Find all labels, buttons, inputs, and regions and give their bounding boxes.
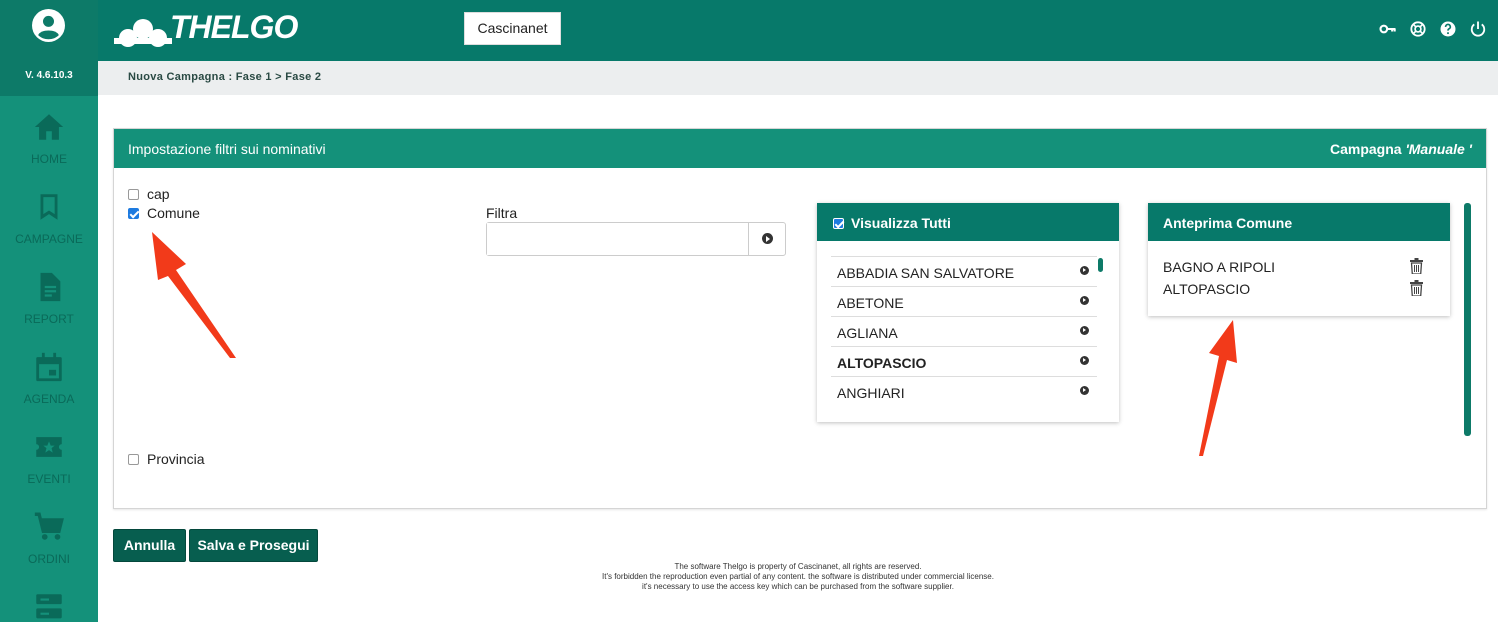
filter-provincia[interactable]: Provincia [128,451,205,467]
filtra-input[interactable] [487,223,749,255]
filter-cap[interactable]: cap [128,186,170,202]
sidebar: V. 4.6.10.3 HOME CAMPAGNE REPORT AGENDA … [0,0,98,622]
trash-icon[interactable] [1410,258,1423,274]
arrow-right-icon[interactable] [1080,386,1089,395]
panel-title: Impostazione filtri sui nominativi [128,141,326,157]
document-icon [40,272,61,302]
arrow-right-icon[interactable] [1080,326,1089,335]
campaign-name: 'Manuale ' [1405,141,1472,157]
calendar-icon [36,352,62,382]
anteprima-item: BAGNO A RIPOLI [1163,258,1423,275]
cap-checkbox[interactable] [128,188,139,200]
save-continue-button[interactable]: Salva e Prosegui [189,529,318,562]
cart-icon [34,512,64,540]
sidebar-item-eventi[interactable]: EVENTI [0,416,98,496]
filter-panel: Impostazione filtri sui nominativi Campa… [113,128,1487,509]
trash-icon[interactable] [1410,280,1423,296]
list-item[interactable]: ABBADIA SAN SALVATORE [831,256,1097,286]
comuni-list-card: Visualizza Tutti ABBADIA SAN SALVATORE A… [817,203,1119,422]
logo-text: THELGO [170,9,298,45]
top-header: THELGO Cascinanet [98,0,1498,61]
anteprima-item-label: ALTOPASCIO [1163,281,1251,297]
footer-line: It's forbidden the reproduction even par… [602,572,994,581]
sidebar-item-report[interactable]: REPORT [0,256,98,336]
anteprima-header: Anteprima Comune [1148,203,1450,241]
list-item-label: ALTOPASCIO [837,355,927,371]
sidebar-item-campagne[interactable]: CAMPAGNE [0,176,98,256]
list-item[interactable]: ALTOPASCIO [831,346,1097,376]
filtra-label: Filtra [486,205,518,221]
footer: The software Thelgo is property of Casci… [98,562,1498,592]
anteprima-item: ALTOPASCIO [1163,280,1423,297]
filter-label: Provincia [147,451,205,467]
server-icon [36,594,62,619]
filter-label: Comune [147,205,200,221]
panel-scrollbar-thumb[interactable] [1464,203,1471,436]
comuni-list-header: Visualizza Tutti [817,203,1119,241]
arrow-right-icon[interactable] [1080,266,1089,275]
red-arrow-annotation [152,232,236,358]
anteprima-item-label: BAGNO A RIPOLI [1163,259,1276,275]
panel-header: Impostazione filtri sui nominativi Campa… [114,129,1486,168]
panel-scrollbar[interactable] [1464,203,1471,436]
list-item-label: ABBADIA SAN SALVATORE [837,265,1015,281]
cancel-button[interactable]: Annulla [113,529,186,562]
sidebar-top: V. 4.6.10.3 [0,0,98,96]
breadcrumb-text: Nuova Campagna : Fase 1 > Fase 2 [128,71,322,83]
campaign-prefix: Campagna [1329,141,1406,157]
footer-line: it's necessary to use the access key whi… [642,582,954,591]
support-icon[interactable] [1408,19,1428,39]
filter-comune[interactable]: Comune [128,205,200,221]
comuni-list: ABBADIA SAN SALVATORE ABETONE AGLIANA AL… [831,256,1097,406]
home-icon [34,114,64,140]
arrow-right-icon[interactable] [1080,356,1089,365]
filtra-go-button[interactable] [748,223,785,255]
campaign-label: Campagna 'Manuale ' [1330,141,1472,157]
sidebar-item-label: REPORT [24,312,74,326]
logo-icon [114,19,172,47]
footer-line: The software Thelgo is property of Casci… [674,562,922,571]
sidebar-item-home[interactable]: HOME [0,96,98,176]
filtra-field [486,222,786,256]
list-item-label: ANGHIARI [837,385,905,401]
sidebar-item-agenda[interactable]: AGENDA [0,336,98,416]
sidebar-item-label: ORDINI [28,552,70,566]
sidebar-item-ordini[interactable]: ORDINI [0,496,98,576]
header-icons [1378,19,1488,39]
sidebar-item-label: HOME [31,152,67,166]
sidebar-item-server[interactable] [0,576,98,622]
select-all-checkbox[interactable] [833,218,844,229]
power-icon[interactable] [1468,19,1488,39]
anteprima-card: Anteprima Comune BAGNO A RIPOLI ALTOPASC… [1148,203,1450,316]
comune-checkbox[interactable] [128,207,139,219]
sidebar-item-label: AGENDA [23,392,75,406]
list-item[interactable]: ABETONE [831,286,1097,316]
user-avatar-icon[interactable] [32,9,65,42]
arrow-right-icon[interactable] [1080,296,1089,305]
ticket-icon [36,437,62,457]
provincia-checkbox[interactable] [128,453,139,465]
sidebar-item-label: EVENTI [27,472,71,486]
list-scrollbar-thumb[interactable] [1098,258,1103,272]
select-all-label: Visualizza Tutti [851,215,951,231]
list-item[interactable]: AGLIANA [831,316,1097,346]
bookmark-icon [40,194,58,220]
sidebar-item-label: CAMPAGNE [15,232,83,246]
key-icon[interactable] [1378,19,1398,39]
version-label: V. 4.6.10.3 [25,70,73,81]
list-item-label: ABETONE [837,295,904,311]
list-item-label: AGLIANA [837,325,898,341]
help-icon[interactable] [1438,19,1458,39]
red-arrow-annotation [1199,320,1237,456]
list-scrollbar[interactable] [1098,256,1103,404]
anteprima-title: Anteprima Comune [1163,215,1293,231]
filter-label: cap [147,186,170,202]
breadcrumb: Nuova Campagna : Fase 1 > Fase 2 [98,61,1498,95]
company-button[interactable]: Cascinanet [464,12,561,45]
list-item[interactable]: ANGHIARI [831,376,1097,406]
